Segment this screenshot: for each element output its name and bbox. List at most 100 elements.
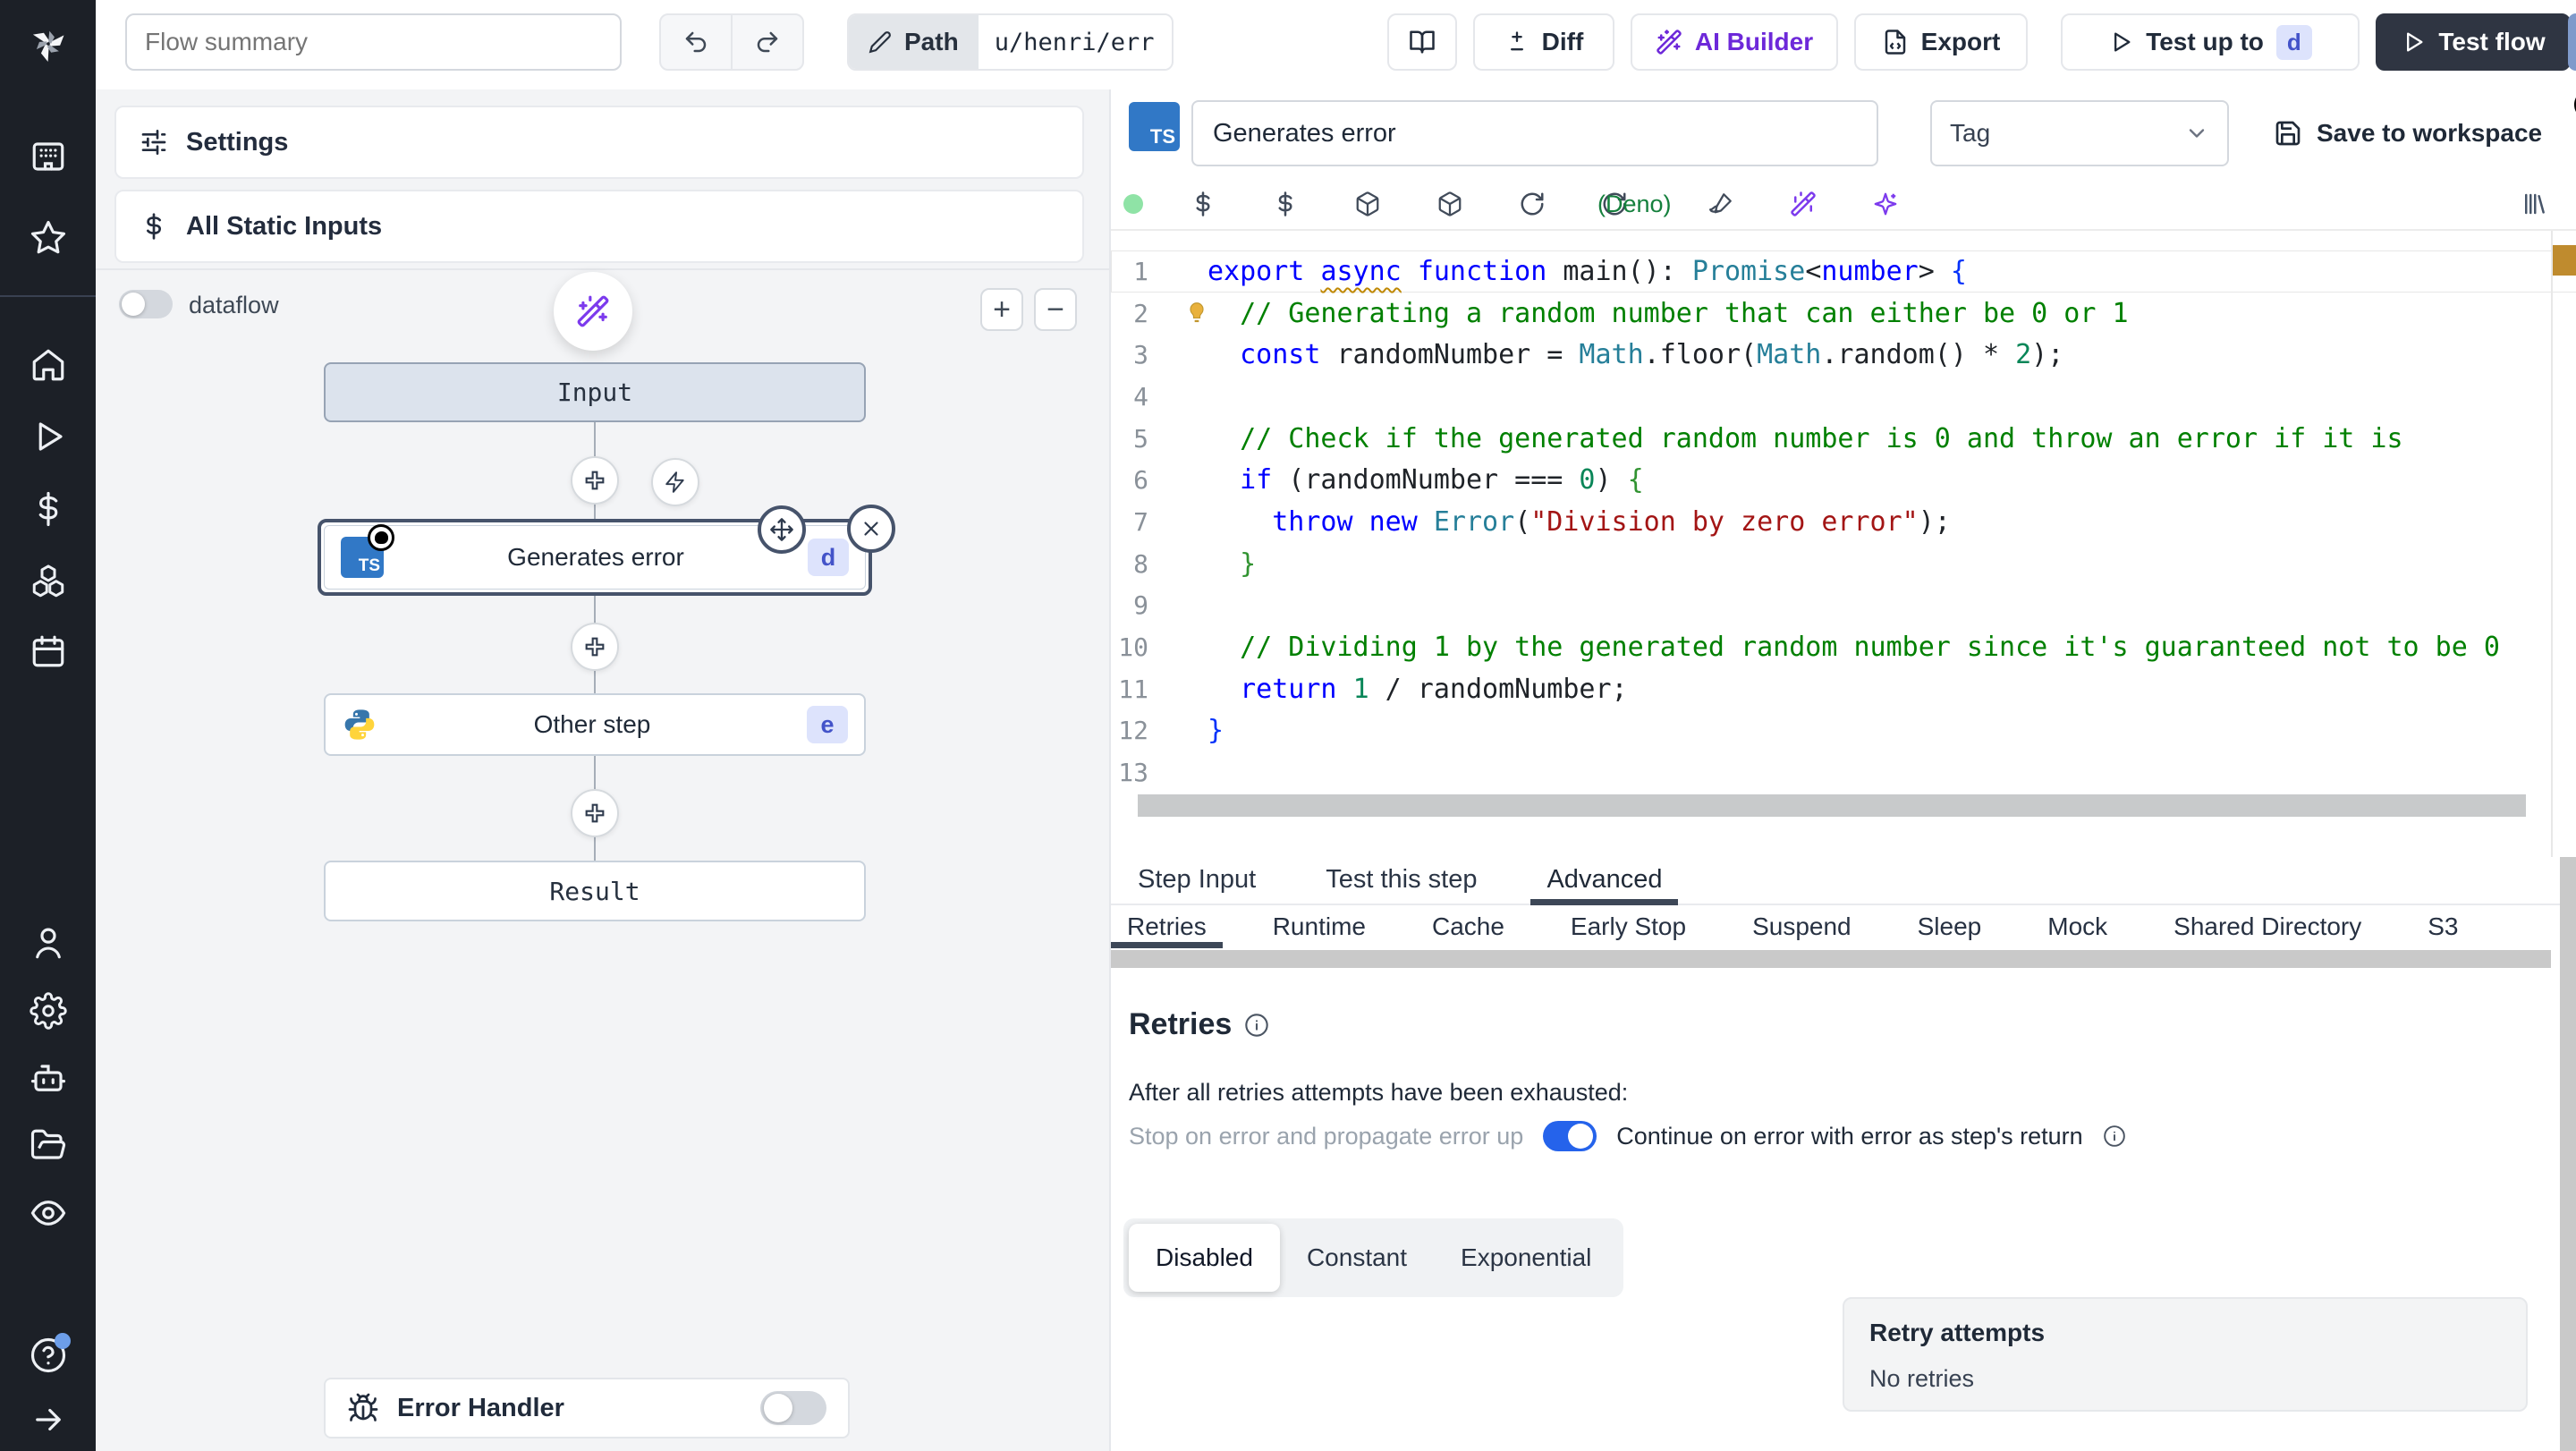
- folders-icon[interactable]: [30, 1126, 67, 1164]
- partial-deploy-button[interactable]: [2568, 13, 2576, 71]
- tag-select[interactable]: Tag: [1930, 100, 2229, 166]
- variables-dollar-icon[interactable]: [30, 490, 67, 528]
- flow-node-generates-error[interactable]: TS Generates error d: [318, 505, 895, 596]
- resources-boxes-icon[interactable]: [30, 562, 67, 599]
- tab-advanced[interactable]: Advanced: [1530, 855, 1679, 905]
- code-line[interactable]: 1 export async function main(): Promise<n…: [1111, 250, 2576, 293]
- reload-icon[interactable]: [1519, 191, 1546, 217]
- redo-button[interactable]: [731, 15, 802, 69]
- code-editor[interactable]: 1 export async function main(): Promise<n…: [1111, 229, 2576, 857]
- subtab-sleep[interactable]: Sleep: [1912, 905, 1987, 948]
- code-line[interactable]: 9: [1111, 585, 2576, 627]
- zoom-out-button[interactable]: −: [1034, 288, 1077, 331]
- trigger-zap-button[interactable]: [651, 458, 699, 506]
- insert-step-button[interactable]: [571, 789, 619, 837]
- format-brush-icon[interactable]: [1707, 191, 1734, 217]
- advanced-subtabs: Retries Runtime Cache Early Stop Suspend…: [1111, 905, 2576, 948]
- ai-wand-icon[interactable]: [1790, 191, 1817, 217]
- code-line[interactable]: 6 if (randomNumber === 0) {: [1111, 459, 2576, 501]
- continue-on-error-toggle[interactable]: [1543, 1121, 1597, 1151]
- flow-node-other-step[interactable]: Other step e: [324, 693, 866, 756]
- workers-bot-icon[interactable]: [30, 1060, 67, 1098]
- tab-step-input[interactable]: Step Input: [1122, 855, 1272, 904]
- code-line[interactable]: 12}: [1111, 710, 2576, 752]
- flow-summary-input[interactable]: [125, 13, 622, 71]
- subtab-suspend[interactable]: Suspend: [1747, 905, 1857, 948]
- ai-builder-button[interactable]: AI Builder: [1631, 13, 1838, 71]
- retry-mode-disabled[interactable]: Disabled: [1129, 1224, 1280, 1292]
- flow-ai-wand-button[interactable]: [554, 272, 632, 351]
- docs-button[interactable]: [1387, 13, 1457, 71]
- dollar-icon: [147, 213, 162, 240]
- subtab-cache[interactable]: Cache: [1427, 905, 1510, 948]
- code-line[interactable]: 2 // Generating a random number that can…: [1111, 293, 2576, 335]
- step-name-input[interactable]: [1191, 100, 1878, 166]
- error-handler-card[interactable]: Error Handler: [324, 1378, 850, 1438]
- info-icon[interactable]: [1244, 1013, 1269, 1038]
- save-to-workspace-button[interactable]: Save to workspace: [2274, 100, 2542, 166]
- retry-mode-exponential[interactable]: Exponential: [1434, 1224, 1618, 1292]
- code-line[interactable]: 4: [1111, 376, 2576, 418]
- schedules-calendar-icon[interactable]: [30, 632, 67, 670]
- static-inputs-icon[interactable]: [1190, 191, 1216, 217]
- subtab-retries[interactable]: Retries: [1111, 905, 1223, 948]
- user-icon[interactable]: [30, 924, 67, 962]
- path-value[interactable]: u/henri/err: [978, 15, 1171, 69]
- subtab-mock[interactable]: Mock: [2042, 905, 2113, 948]
- dataflow-toggle[interactable]: [119, 290, 173, 318]
- help-icon[interactable]: [30, 1333, 71, 1374]
- diff-button[interactable]: Diff: [1473, 13, 1614, 71]
- panel-vertical-scrollbar[interactable]: [2560, 857, 2576, 1451]
- continue-on-error-label[interactable]: Continue on error with error as step's r…: [1616, 1123, 2082, 1150]
- retry-mode-constant[interactable]: Constant: [1280, 1224, 1434, 1292]
- code-line[interactable]: 8 }: [1111, 543, 2576, 585]
- move-step-button[interactable]: [758, 505, 806, 554]
- deno-runtime-label[interactable]: (Deno): [1597, 191, 1672, 218]
- delete-step-button[interactable]: [847, 505, 895, 553]
- windmill-logo-icon[interactable]: [30, 25, 67, 63]
- favorites-star-icon[interactable]: [30, 219, 67, 257]
- variables-icon[interactable]: [1272, 191, 1299, 217]
- insert-step-button[interactable]: [571, 456, 619, 505]
- test-flow-button[interactable]: Test flow: [2376, 13, 2571, 71]
- code-line[interactable]: 13: [1111, 751, 2576, 793]
- subtab-runtime[interactable]: Runtime: [1267, 905, 1371, 948]
- code-line[interactable]: 7 throw new Error("Division by zero erro…: [1111, 501, 2576, 543]
- code-line[interactable]: 11 return 1 / randomNumber;: [1111, 668, 2576, 710]
- subtab-s3[interactable]: S3: [2422, 905, 2463, 948]
- workspace-building-icon[interactable]: [30, 138, 67, 175]
- library-icon[interactable]: [2521, 191, 2547, 217]
- flow-settings-card[interactable]: Settings: [114, 106, 1084, 179]
- undo-button[interactable]: [661, 15, 731, 69]
- zoom-in-button[interactable]: +: [980, 288, 1023, 331]
- stop-on-error-label[interactable]: Stop on error and propagate error up: [1129, 1123, 1523, 1150]
- expand-sidebar-arrow-icon[interactable]: [30, 1401, 67, 1438]
- runs-play-icon[interactable]: [30, 418, 67, 455]
- sparkles-icon[interactable]: [1872, 191, 1899, 217]
- export-button[interactable]: Export: [1854, 13, 2028, 71]
- audit-eye-icon[interactable]: [30, 1194, 67, 1232]
- path-edit-button[interactable]: Path: [849, 15, 979, 69]
- editor-horizontal-scrollbar[interactable]: [1138, 794, 2526, 817]
- subtab-early-stop[interactable]: Early Stop: [1565, 905, 1691, 948]
- flow-node-result[interactable]: Result: [324, 861, 866, 921]
- settings-gear-icon[interactable]: [30, 992, 67, 1030]
- lightbulb-icon[interactable]: [1184, 300, 1209, 325]
- flow-node-input[interactable]: Input: [324, 362, 866, 422]
- subtab-shared-directory[interactable]: Shared Directory: [2168, 905, 2367, 948]
- package-icon[interactable]: [1436, 191, 1463, 217]
- tab-test-this-step[interactable]: Test this step: [1309, 855, 1493, 904]
- path-control[interactable]: Path u/henri/err: [847, 13, 1174, 71]
- subtabs-horizontal-scrollbar[interactable]: [1111, 950, 2551, 968]
- code-line[interactable]: 3 const randomNumber = Math.floor(Math.r…: [1111, 334, 2576, 376]
- test-up-to-step-badge[interactable]: d: [2275, 24, 2312, 60]
- test-up-to-button[interactable]: Test up to d: [2061, 13, 2360, 71]
- code-line[interactable]: 5 // Check if the generated random numbe…: [1111, 418, 2576, 460]
- code-line[interactable]: 10 // Dividing 1 by the generated random…: [1111, 626, 2576, 668]
- insert-step-button[interactable]: [571, 623, 619, 671]
- home-icon[interactable]: [30, 346, 67, 384]
- package-icon[interactable]: [1354, 191, 1381, 217]
- all-static-inputs-card[interactable]: All Static Inputs: [114, 190, 1084, 263]
- error-handler-toggle[interactable]: [760, 1391, 826, 1425]
- info-icon[interactable]: [2103, 1124, 2126, 1148]
